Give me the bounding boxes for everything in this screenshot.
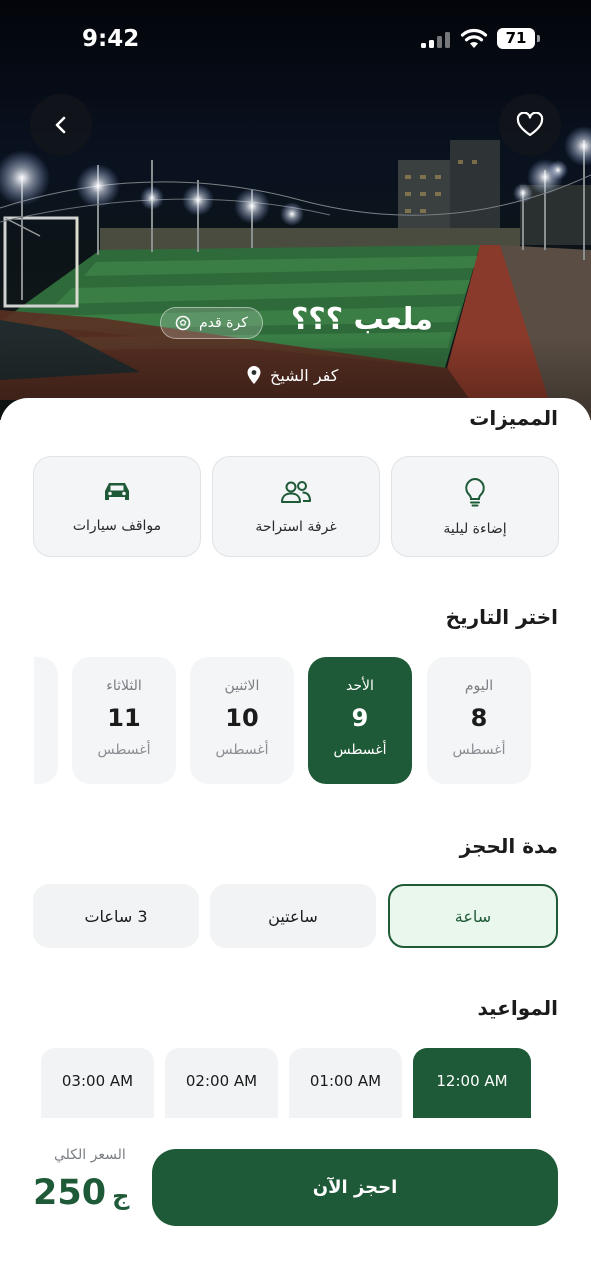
feature-label: مواقف سيارات [72,517,162,534]
venue-hero: 9:42 71 ملعب ؟؟؟ كرة قدم كفر الشيخ [0,0,591,420]
date-day: الثلاثاء [106,678,142,694]
wifi-icon [460,28,488,48]
status-time: 9:42 [82,26,140,52]
feature-card-night-lighting: إضاءة ليلية [391,456,559,557]
date-section-title: اختر التاريخ [445,605,558,629]
location-pin-icon [247,366,261,384]
venue-title: ملعب ؟؟؟ [290,302,433,337]
status-bar: 9:42 71 [0,0,591,80]
checkout-bar: السعر الكلي 250 ج احجز الآن [0,1123,591,1280]
lightbulb-icon [465,477,485,506]
venue-location: كفر الشيخ [246,365,338,385]
time-slot-0200[interactable]: 02:00 AM [165,1048,278,1118]
time-slot-1200[interactable]: 12:00 AM [413,1048,531,1118]
date-number: 8 [470,704,488,732]
date-month: أغسطس [97,742,151,758]
total-price-label: السعر الكلي [54,1147,126,1163]
sport-badge: كرة قدم [160,307,263,339]
date-card-today[interactable]: اليوم 8 أغسطس [427,657,531,784]
date-number: 11 [107,704,141,732]
date-number: 9 [351,704,369,732]
feature-card-parking: مواقف سيارات [33,456,201,557]
people-icon [281,480,311,503]
car-icon [105,482,129,500]
feature-card-rest-room: غرفة استراحة [212,456,380,557]
feature-label: غرفة استراحة [255,518,337,535]
date-month: أغسطس [215,742,269,758]
battery-level: 71 [505,29,527,47]
back-button[interactable] [30,94,92,156]
total-price: 250 ج [33,1173,129,1213]
date-day: اليوم [464,678,494,694]
slots-section-title: المواعيد [477,996,558,1020]
date-card-monday[interactable]: الاثنين 10 أغسطس [190,657,294,784]
heart-icon [516,112,544,137]
booking-sheet: المميزات إضاءة ليلية غرفة استراحة مواقف … [0,398,591,1280]
date-day: الاثنين [224,678,260,694]
battery-icon: 71 [497,28,540,49]
date-card-next-partial[interactable] [34,657,58,784]
location-label: كفر الشيخ [270,365,339,385]
date-number: 10 [225,704,259,732]
price-amount: 250 [33,1173,107,1213]
duration-option-3h[interactable]: 3 ساعات [33,884,199,948]
price-currency: ج [112,1182,130,1210]
date-day: الأحد [346,678,374,694]
date-month: أغسطس [452,742,506,758]
date-card-tuesday[interactable]: الثلاثاء 11 أغسطس [72,657,176,784]
cellular-signal-icon [421,32,451,48]
duration-section-title: مدة الحجز [459,834,558,858]
date-card-sunday[interactable]: الأحد 9 أغسطس [308,657,412,784]
chevron-left-icon [55,116,66,134]
book-now-button[interactable]: احجز الآن [152,1149,558,1226]
favorite-button[interactable] [499,94,561,156]
date-month: أغسطس [333,742,387,758]
football-icon [175,315,191,331]
feature-label: إضاءة ليلية [443,520,507,537]
features-title: المميزات [469,406,558,430]
duration-option-2h[interactable]: ساعتين [210,884,376,948]
duration-option-1h[interactable]: ساعة [388,884,558,948]
time-slot-0300[interactable]: 03:00 AM [41,1048,154,1118]
sport-label: كرة قدم [199,315,248,331]
time-slot-0100[interactable]: 01:00 AM [289,1048,402,1118]
